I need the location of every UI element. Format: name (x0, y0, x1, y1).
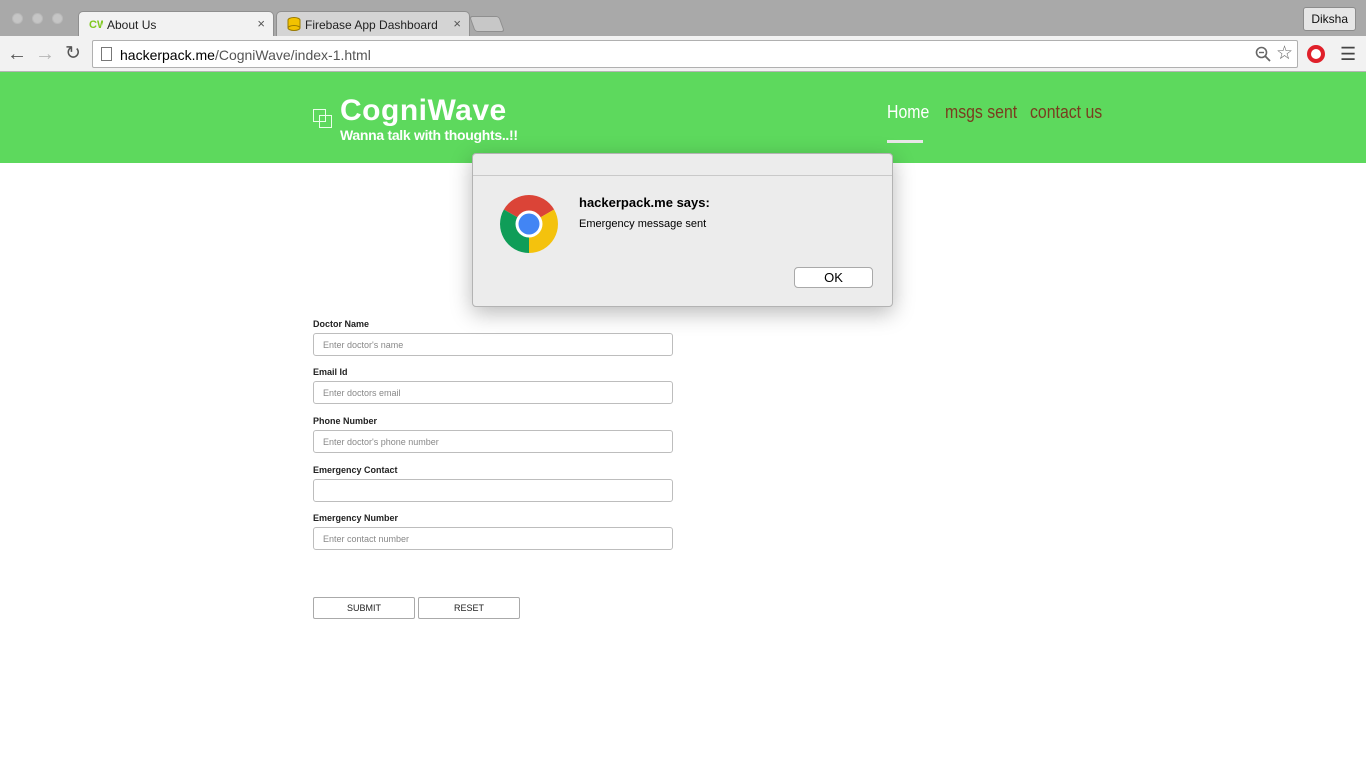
nav-contact-us[interactable]: contact us (1030, 102, 1102, 123)
tab-about-us[interactable]: CW About Us × (78, 11, 274, 36)
chrome-logo-icon (500, 195, 558, 253)
window-minimize-dot[interactable] (32, 13, 43, 24)
url-path: /CogniWave/index-1.html (214, 47, 371, 63)
emergency-contact-label: Emergency Contact (313, 465, 398, 475)
cw-favicon-icon: CW (89, 19, 103, 31)
nav-active-underline (887, 140, 923, 143)
tab-close-icon[interactable]: × (453, 16, 461, 31)
email-id-input[interactable] (313, 381, 673, 404)
phone-number-input[interactable] (313, 430, 673, 453)
bookmark-star-icon[interactable]: ☆ (1276, 42, 1293, 65)
dialog-title: hackerpack.me says: (579, 195, 710, 210)
dialog-message: Emergency message sent (579, 218, 707, 230)
reload-icon[interactable]: ↻ (62, 43, 84, 65)
nav-msgs-sent[interactable]: msgs sent (945, 102, 1017, 123)
brand-name[interactable]: CogniWave (340, 94, 507, 128)
brand-tagline: Wanna talk with thoughts..!! (340, 127, 518, 143)
doctor-name-input[interactable] (313, 333, 673, 356)
alert-dialog: hackerpack.me says: Emergency message se… (472, 153, 893, 307)
forward-arrow-icon[interactable]: → (34, 43, 56, 65)
site-header: CogniWave Wanna talk with thoughts..!! H… (0, 72, 1366, 163)
submit-button[interactable]: SUBMIT (313, 597, 415, 619)
profile-button[interactable]: Diksha (1303, 7, 1356, 31)
reset-button[interactable]: RESET (418, 597, 520, 619)
phone-number-label: Phone Number (313, 416, 378, 426)
svg-text:CW: CW (89, 19, 103, 31)
emergency-number-label: Emergency Number (313, 513, 399, 523)
tab-title: Firebase App Dashboard (305, 18, 438, 32)
firebase-database-icon (287, 17, 301, 31)
tab-firebase-dashboard[interactable]: Firebase App Dashboard × (276, 11, 470, 36)
emergency-number-input[interactable] (313, 527, 673, 550)
url-text[interactable]: hackerpack.me/CogniWave/index-1.html (120, 47, 371, 63)
browser-toolbar: ← → ↻ hackerpack.me/CogniWave/index-1.ht… (0, 36, 1366, 72)
emergency-contact-input[interactable] (313, 479, 673, 502)
url-host: hackerpack.me (120, 47, 215, 63)
window-zoom-dot[interactable] (52, 13, 63, 24)
brand-logo-icon (313, 109, 332, 128)
tab-close-icon[interactable]: × (257, 16, 265, 31)
dialog-top-bar (473, 154, 892, 176)
address-bar[interactable]: hackerpack.me/CogniWave/index-1.html ☆ (92, 40, 1298, 68)
dialog-ok-button[interactable]: OK (794, 267, 873, 288)
nav-home[interactable]: Home (887, 102, 929, 123)
new-tab-button[interactable] (469, 16, 505, 32)
browser-menu-icon[interactable]: ☰ (1340, 44, 1356, 65)
doctor-name-label: Doctor Name (313, 319, 370, 329)
back-arrow-icon[interactable]: ← (6, 43, 28, 65)
email-id-label: Email Id (313, 367, 348, 377)
browser-tab-strip: CW About Us × Firebase App Dashboard × D… (0, 0, 1366, 36)
window-close-dot[interactable] (12, 13, 23, 24)
zoom-magnifier-icon[interactable] (1255, 46, 1271, 62)
tab-title: About Us (107, 18, 157, 32)
opera-extension-icon[interactable] (1307, 45, 1325, 63)
page-icon (101, 47, 112, 61)
